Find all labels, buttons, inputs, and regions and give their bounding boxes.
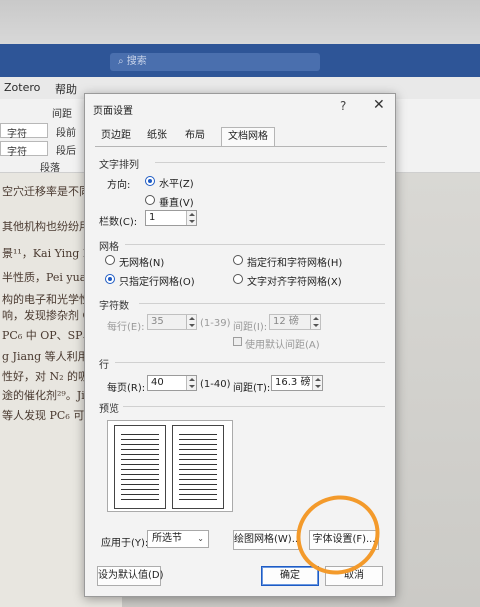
word-titlebar: ⌕ 搜索 <box>0 44 480 77</box>
preview-group: 预览 <box>99 404 119 415</box>
chevron-down-icon: ⌄ <box>197 534 204 543</box>
line-grid-only-label: 只指定行网格(O) <box>119 277 195 288</box>
direction-label: 方向: <box>107 180 131 191</box>
preview-panel <box>107 420 233 512</box>
before-label: 段前 <box>56 128 76 139</box>
stepper-arrows-icon[interactable] <box>186 315 196 329</box>
stepper-arrows-icon[interactable] <box>186 211 196 225</box>
horizontal-label: 水平(Z) <box>159 179 194 190</box>
font-settings-button[interactable]: 字体设置(F)... <box>309 530 379 550</box>
apply-to-label: 应用于(Y): <box>101 538 149 549</box>
doc-line: 性好，对 N₂ 的吸 <box>2 370 90 383</box>
tab-zotero[interactable]: Zotero <box>4 81 40 94</box>
align-to-char-grid-radio[interactable] <box>233 274 243 284</box>
chars-per-line-label: 每行(E): <box>107 322 145 333</box>
tab-divider <box>95 146 387 147</box>
no-grid-label: 无网格(N) <box>119 258 165 269</box>
grid-group: 网格 <box>99 242 119 253</box>
stepper-arrows-icon[interactable] <box>186 376 196 390</box>
monitor-bezel <box>0 0 480 44</box>
doc-line: 构的电子和光学性 <box>2 293 90 306</box>
set-default-button[interactable]: 设为默认值(D) <box>97 566 164 586</box>
stepper-arrows-icon[interactable] <box>310 315 320 329</box>
draw-grid-button[interactable]: 绘图网格(W)... <box>233 530 301 550</box>
chars-per-line-value: 35 <box>151 316 164 327</box>
tab-margins[interactable]: 页边距 <box>95 127 137 147</box>
apply-to-select[interactable]: 所选节 ⌄ <box>147 530 209 548</box>
line-and-char-grid-radio[interactable] <box>233 255 243 265</box>
doc-line: 途的催化剂²⁹。Ji <box>2 389 85 402</box>
lines-group: 行 <box>99 360 109 371</box>
doc-line: 等人发现 PC₆ 可以 <box>2 409 96 422</box>
stepper-arrows-icon[interactable] <box>312 376 322 390</box>
separator <box>125 244 385 245</box>
preview-right-page <box>172 425 224 509</box>
cancel-button[interactable]: 取消 <box>325 566 383 586</box>
vertical-label: 垂直(V) <box>159 198 194 209</box>
lines-per-page-stepper[interactable]: 40 <box>147 375 197 391</box>
line-pitch-label: 间距(T): <box>233 383 271 394</box>
line-pitch-value: 16.3 磅 <box>275 377 311 388</box>
doc-line: PC₆ 中 OP、SP、 <box>2 329 94 342</box>
tab-paper[interactable]: 纸张 <box>141 127 173 147</box>
characters-group: 字符数 <box>99 301 129 312</box>
help-icon[interactable]: ? <box>340 99 346 113</box>
separator <box>115 362 385 363</box>
columns-label: 栏数(C): <box>99 217 138 228</box>
chars-per-line-stepper[interactable]: 35 <box>147 314 197 330</box>
use-default-pitch-checkbox[interactable] <box>233 337 242 346</box>
preview-left-page <box>114 425 166 509</box>
separator <box>139 303 385 304</box>
text-direction-group: 文字排列 <box>99 160 139 171</box>
tab-document-grid[interactable]: 文档网格 <box>221 127 275 147</box>
columns-stepper[interactable]: 1 <box>145 210 197 226</box>
tab-layout[interactable]: 布局 <box>179 127 211 147</box>
use-default-pitch-label: 使用默认间距(A) <box>245 340 320 351</box>
line-grid-only-radio[interactable] <box>105 274 115 284</box>
close-icon[interactable]: ✕ <box>373 97 385 113</box>
doc-line: 其他机构也纷纷用 <box>2 220 90 233</box>
search-placeholder: 搜索 <box>126 56 147 67</box>
tab-help[interactable]: 帮助 <box>55 81 77 97</box>
dialog-title: 页面设置 <box>93 106 133 117</box>
line-pitch-stepper[interactable]: 16.3 磅 <box>271 375 323 391</box>
doc-line: 空穴迁移率是不同 <box>2 185 90 198</box>
char-pitch-stepper[interactable]: 12 磅 <box>269 314 321 330</box>
horizontal-radio[interactable] <box>145 176 155 186</box>
char-pitch-label: 间距(I): <box>233 322 268 333</box>
lines-per-page-value: 40 <box>151 377 164 388</box>
apply-to-value: 所选节 <box>152 533 182 544</box>
page-setup-dialog: 页面设置 ? ✕ 页边距 纸张 布局 文档网格 文字排列 方向: 水平(Z) 垂… <box>84 93 396 597</box>
vertical-radio[interactable] <box>145 195 155 205</box>
lines-per-page-label: 每页(R): <box>107 383 146 394</box>
lines-per-page-range: (1-40) <box>200 379 231 390</box>
search-box[interactable]: ⌕ 搜索 <box>110 53 320 71</box>
doc-line: 响，发现掺杂剂 C <box>2 309 91 322</box>
char-pitch-value: 12 磅 <box>273 316 299 327</box>
align-to-char-grid-label: 文字对齐字符网格(X) <box>247 277 342 288</box>
columns-value: 1 <box>149 212 156 223</box>
no-grid-radio[interactable] <box>105 255 115 265</box>
separator <box>155 162 385 163</box>
paragraph-group-label: 段落 <box>40 163 60 174</box>
indent-field-2[interactable]: 字符 <box>0 141 48 158</box>
ribbon-spacing-label: 间距 <box>52 109 72 120</box>
line-and-char-grid-label: 指定行和字符网格(H) <box>247 258 343 269</box>
after-label: 段后 <box>56 146 76 157</box>
indent-field-1[interactable]: 字符 <box>0 123 48 140</box>
search-icon: ⌕ <box>118 56 127 67</box>
ok-button[interactable]: 确定 <box>261 566 319 586</box>
separator <box>123 406 385 407</box>
chars-per-line-range: (1-39) <box>200 318 231 329</box>
